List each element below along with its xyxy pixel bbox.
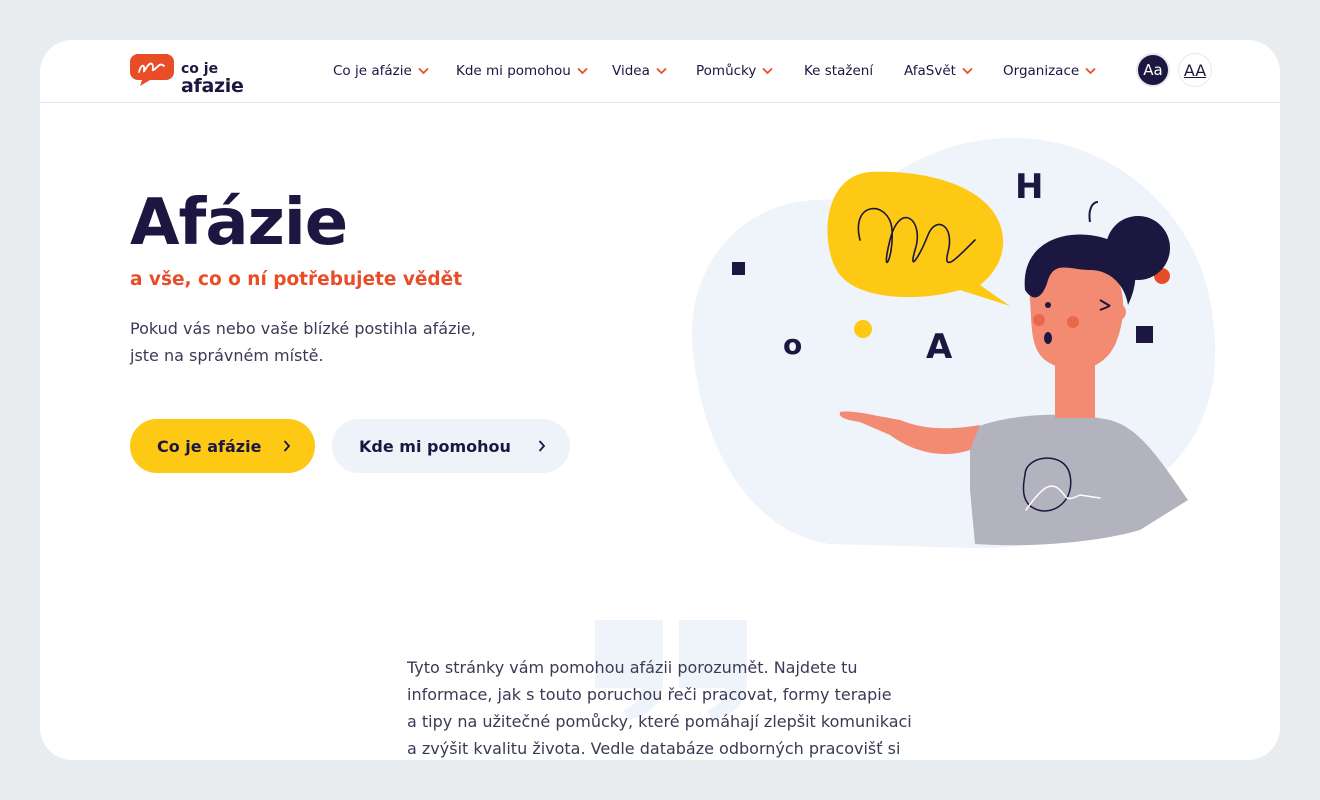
- site-header: co je afazie Co je afázie Kde mi pomohou…: [40, 40, 1280, 103]
- letter-a: A: [926, 327, 953, 367]
- co-je-afazie-button[interactable]: Co je afázie: [130, 419, 315, 473]
- person-eye: [1045, 302, 1051, 308]
- chevron-down-icon: [962, 67, 973, 75]
- font-size-normal-button[interactable]: Aa: [1136, 53, 1170, 87]
- nav-item-pomucky[interactable]: Pomůcky: [696, 61, 774, 81]
- nav-item-afasvet[interactable]: AfaSvět: [904, 61, 973, 81]
- chevron-down-icon: [418, 67, 429, 75]
- kde-mi-pomohou-button[interactable]: Kde mi pomohou: [332, 419, 570, 473]
- intro-paragraph: Tyto stránky vám pomohou afázii porozumě…: [407, 654, 927, 760]
- nav-item-label: Kde mi pomohou: [456, 63, 571, 79]
- page-subtitle: a vše, co o ní potřebujete vědět: [130, 269, 463, 290]
- nav-item-co-je-afazie[interactable]: Co je afázie: [333, 61, 429, 81]
- hero-description: Pokud vás nebo vaše blízké postihla afáz…: [130, 315, 510, 369]
- page-card: co je afazie Co je afázie Kde mi pomohou…: [40, 40, 1280, 760]
- nav-item-label: AfaSvět: [904, 63, 956, 79]
- person-mouth: [1044, 332, 1052, 344]
- chevron-right-icon: [538, 440, 546, 452]
- intro-line: Tyto stránky vám pomohou afázii porozumě…: [407, 658, 858, 677]
- dot-shape: [854, 320, 872, 338]
- chevron-down-icon: [1085, 67, 1096, 75]
- intro-line: informace, jak s touto poruchou řeči pra…: [407, 685, 892, 704]
- hero-description-line: Pokud vás nebo vaše blízké postihla afáz…: [130, 319, 476, 338]
- chevron-down-icon: [577, 67, 588, 75]
- nav-item-label: Ke stažení: [804, 63, 874, 79]
- font-size-large-button[interactable]: AA: [1178, 53, 1212, 87]
- nav-item-videa[interactable]: Videa: [612, 61, 667, 81]
- nav-item-label: Videa: [612, 63, 650, 79]
- page-title: Afázie: [130, 186, 348, 260]
- person-cheek: [1067, 316, 1079, 328]
- person-ear: [1108, 303, 1126, 321]
- square-shape: [1136, 326, 1153, 343]
- letter-h: H: [1015, 167, 1043, 207]
- nav-item-label: Organizace: [1003, 63, 1080, 79]
- chevron-down-icon: [656, 67, 667, 75]
- nav-item-organizace[interactable]: Organizace: [1003, 61, 1096, 81]
- nav-item-label: Co je afázie: [333, 63, 412, 79]
- nav-item-label: Pomůcky: [696, 63, 757, 79]
- nav-item-kde-mi-pomohou[interactable]: Kde mi pomohou: [456, 61, 588, 81]
- letter-o: o: [783, 328, 802, 361]
- person-cheek: [1033, 314, 1045, 326]
- intro-line: a tipy na užitečné pomůcky, které pomáha…: [407, 712, 912, 731]
- button-label: Co je afázie: [157, 436, 262, 456]
- chevron-down-icon: [762, 67, 774, 75]
- nav-item-ke-stazeni[interactable]: Ke stažení: [804, 61, 873, 81]
- button-label: Kde mi pomohou: [359, 436, 511, 456]
- person-hair-bun: [1106, 216, 1170, 280]
- main-navigation: Co je afázie Kde mi pomohou Videa Pomůck…: [40, 40, 1280, 103]
- chevron-right-icon: [283, 440, 291, 452]
- hero-description-line: jste na správném místě.: [130, 346, 324, 365]
- hero-illustration: H o A: [691, 137, 1216, 549]
- intro-line: a zvýšit kvalitu života. Vedle databáze …: [407, 739, 901, 758]
- square-shape: [732, 262, 745, 275]
